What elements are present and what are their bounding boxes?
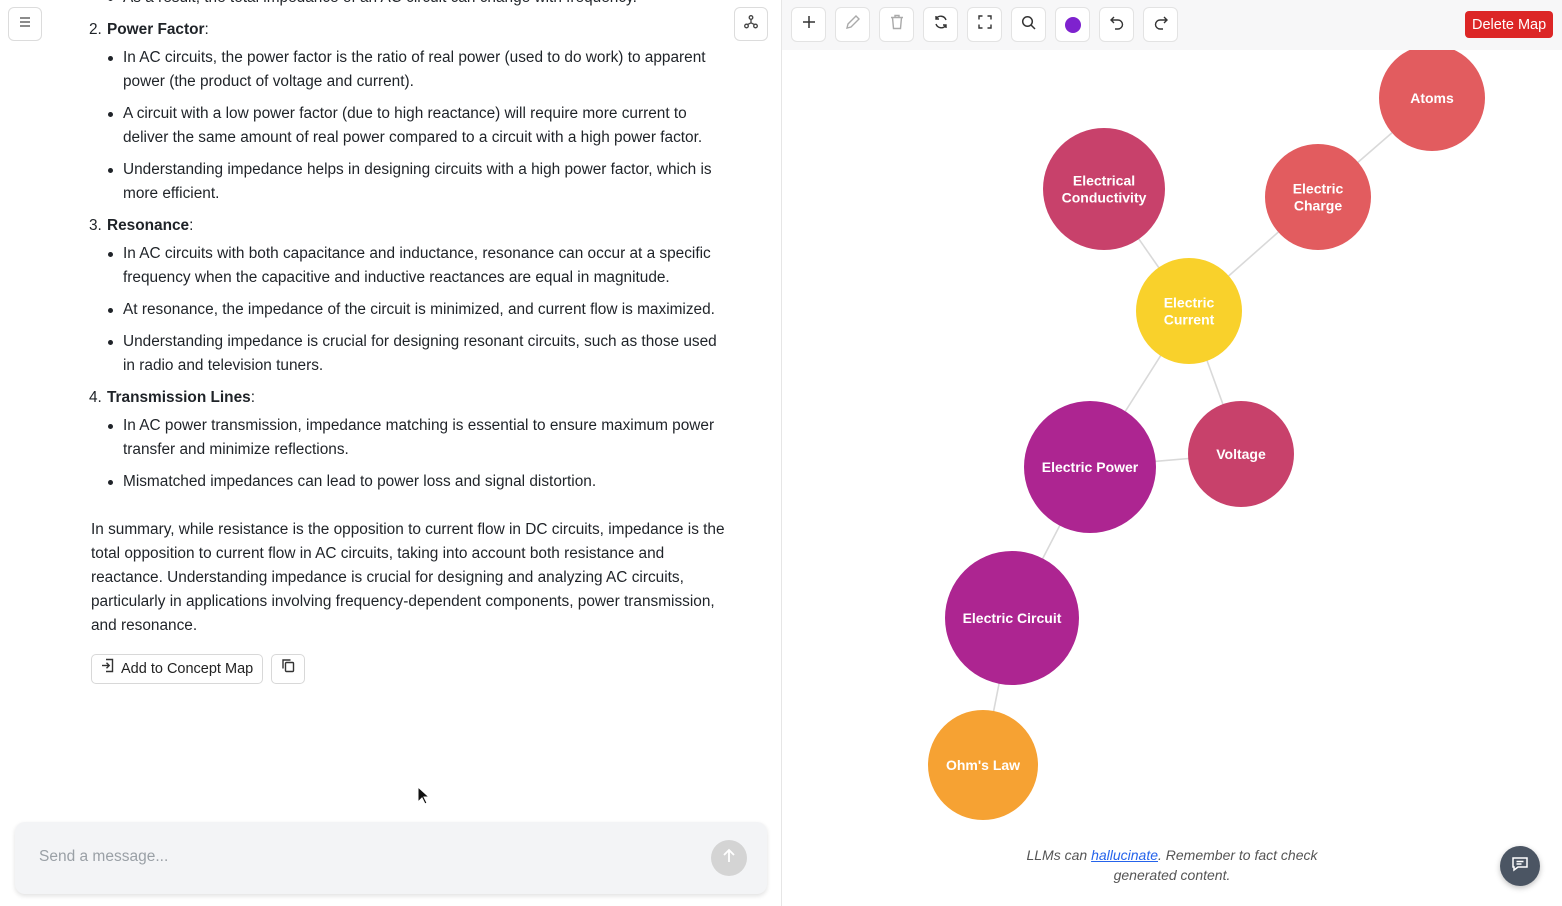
concept-map-panel: Atoms Electrical Conductivity Electric Charg… [782,0,1562,906]
node-label: Electric Charge [1293,181,1344,214]
redo-button[interactable] [1143,7,1178,42]
undo-icon [1109,14,1125,35]
refresh-layout-button[interactable] [923,7,958,42]
section-number: 3. [89,217,102,234]
node-circuit[interactable]: Electric Circuit [945,551,1079,685]
bullet-list: In AC circuits, the power factor is the … [91,46,731,206]
pencil-icon [845,14,861,35]
section-title: Transmission Lines [107,389,251,406]
list-item: At resonance, the impedance of the circu… [108,298,731,322]
node-power[interactable]: Electric Power [1024,401,1156,533]
send-button[interactable] [711,840,747,876]
delete-node-button[interactable] [879,7,914,42]
summary-paragraph: In summary, while resistance is the oppo… [91,521,725,634]
bullet-list: In AC power transmission, impedance matc… [91,414,731,494]
list-item: Understanding impedance is crucial for d… [108,330,731,378]
mouse-cursor-icon [417,785,431,811]
section-number: 4. [89,389,102,406]
chat-panel: As a result, the total impedance of an A… [0,0,781,906]
section-heading-power-factor: 2. Power Factor: [89,18,731,42]
search-button[interactable] [1011,7,1046,42]
graph-icon [743,14,759,35]
edit-node-button[interactable] [835,7,870,42]
list-item: In AC circuits with both capacitance and… [108,242,731,290]
message-composer: Send a message... [15,822,767,894]
assistant-message: As a result, the total impedance of an A… [89,0,731,684]
clipped-bullet-list: As a result, the total impedance of an A… [91,0,731,10]
list-item: A circuit with a low power factor (due t… [108,102,731,150]
section-heading-transmission-lines: 4. Transmission Lines: [89,386,731,410]
add-to-map-label: Add to Concept Map [121,661,254,677]
disclaimer-text: LLMs can hallucinate. Remember to fact c… [1010,845,1334,885]
node-label: Electric Current [1164,295,1215,328]
node-conductivity[interactable]: Electrical Conductivity [1043,128,1165,250]
chat-bubble-icon [1510,854,1530,879]
section-title: Power Factor [107,21,205,38]
node-voltage[interactable]: Voltage [1188,401,1294,507]
arrow-up-icon [720,847,738,870]
clipped-bullet: As a result, the total impedance of an A… [108,0,731,10]
color-picker-button[interactable] [1055,7,1090,42]
bullet-list: In AC circuits with both capacitance and… [91,242,731,378]
fit-view-button[interactable] [967,7,1002,42]
node-label: Electric Circuit [963,610,1062,626]
section-number: 2. [89,21,102,38]
undo-button[interactable] [1099,7,1134,42]
message-actions: Add to Concept Map [91,654,731,684]
plus-icon [802,15,816,34]
node-ohms[interactable]: Ohm's Law [928,710,1038,820]
section-heading-resonance: 3. Resonance: [89,214,731,238]
color-swatch-icon [1064,16,1081,33]
feedback-chat-button[interactable] [1500,846,1540,886]
copy-icon [281,657,295,681]
node-label: Atoms [1410,90,1454,106]
node-label: Electric Power [1042,459,1139,475]
node-current[interactable]: Electric Current [1136,258,1242,364]
sidebar-menu-button[interactable] [8,7,42,41]
list-item: Understanding impedance helps in designi… [108,158,731,206]
concept-map-canvas[interactable]: Atoms Electrical Conductivity Electric Charg… [782,0,1562,906]
message-input[interactable]: Send a message... [39,848,168,866]
search-icon [1021,15,1036,35]
section-title: Resonance [107,217,190,234]
list-item: Mismatched impedances can lead to power … [108,470,731,494]
add-to-concept-map-button[interactable]: Add to Concept Map [91,654,264,684]
add-to-map-icon [101,657,115,681]
node-charge[interactable]: Electric Charge [1265,144,1371,250]
node-label: Electrical Conductivity [1062,173,1147,206]
map-toolbar: Delete Map [782,0,1562,50]
node-label: Voltage [1216,446,1266,462]
refresh-icon [933,14,949,35]
add-node-button[interactable] [791,7,826,42]
fit-view-icon [977,15,992,34]
redo-icon [1153,14,1169,35]
list-item: In AC power transmission, impedance matc… [108,414,731,462]
disclaimer-prefix: LLMs can [1026,847,1092,863]
delete-map-button[interactable]: Delete Map [1465,11,1554,38]
node-atoms[interactable]: Atoms [1379,45,1485,151]
hamburger-icon [18,15,32,33]
copy-button[interactable] [271,654,306,684]
list-item: In AC circuits, the power factor is the … [108,46,731,94]
hallucinate-link[interactable]: hallucinate [1091,847,1158,863]
concept-map-toggle-button[interactable] [734,7,768,41]
trash-icon [890,14,904,35]
node-label: Ohm's Law [946,757,1020,773]
